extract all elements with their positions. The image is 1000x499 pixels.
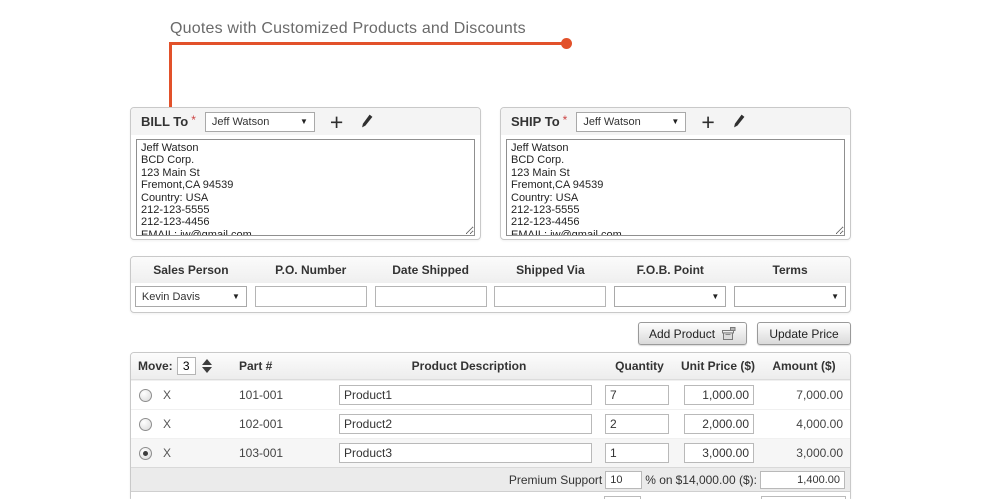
product-box-icon xyxy=(721,327,736,341)
terms-header: Terms xyxy=(730,263,850,277)
row-controls: X xyxy=(131,388,207,402)
amount-value: 7,000.00 xyxy=(758,388,850,402)
shipped-via-input[interactable] xyxy=(494,286,606,307)
move-control: Move: xyxy=(131,357,207,375)
bill-to-contact-select[interactable]: Jeff Watson ▼ xyxy=(205,112,315,132)
po-number-header: P.O. Number xyxy=(251,263,371,277)
ship-to-contact-select[interactable]: Jeff Watson ▼ xyxy=(576,112,686,132)
shipping-info-section: Sales Person P.O. Number Date Shipped Sh… xyxy=(130,256,851,313)
delete-row-button[interactable]: X xyxy=(163,446,171,460)
products-table-header: Move: Part # Product Description Quantit… xyxy=(131,353,850,380)
next-row-partial xyxy=(131,492,850,499)
date-shipped-header: Date Shipped xyxy=(371,263,491,277)
product-row: X 102-001 4,000.00 xyxy=(131,409,850,438)
move-label: Move: xyxy=(138,359,173,373)
sales-person-selected: Kevin Davis xyxy=(142,291,200,303)
unit-price-input[interactable] xyxy=(684,443,754,463)
annotation-connector-line-horizontal xyxy=(169,42,566,45)
unit-price-input[interactable] xyxy=(684,385,754,405)
sales-person-select[interactable]: Kevin Davis ▼ xyxy=(135,286,247,307)
premium-amount-input[interactable] xyxy=(760,471,845,489)
annotation-connector-dot xyxy=(561,38,572,49)
chevron-down-icon: ▼ xyxy=(300,117,308,126)
amount-value: 3,000.00 xyxy=(758,446,850,460)
quantity-header: Quantity xyxy=(601,359,678,373)
product-description-input[interactable] xyxy=(339,385,592,405)
bill-to-contact-selected: Jeff Watson xyxy=(212,116,269,128)
chevron-down-icon: ▼ xyxy=(232,292,240,301)
add-product-button[interactable]: Add Product xyxy=(638,322,747,345)
premium-percent-input[interactable] xyxy=(605,471,642,489)
product-description-input[interactable] xyxy=(339,443,592,463)
row-controls: X xyxy=(131,417,207,431)
ship-to-header: SHIP To * Jeff Watson ▼ + xyxy=(501,108,850,135)
bill-to-label: BILL To xyxy=(141,114,188,129)
product-row: X 101-001 7,000.00 xyxy=(131,380,850,409)
fob-point-select[interactable]: ▼ xyxy=(614,286,726,307)
annotation-connector-line-vertical xyxy=(169,42,172,107)
part-number: 101-001 xyxy=(207,388,337,402)
quantity-input[interactable] xyxy=(605,443,669,463)
update-price-button[interactable]: Update Price xyxy=(757,322,851,345)
premium-percent-on-label: % on xyxy=(645,473,672,487)
amount-value: 4,000.00 xyxy=(758,417,850,431)
ship-to-contact-selected: Jeff Watson xyxy=(583,116,640,128)
shipping-info-header: Sales Person P.O. Number Date Shipped Sh… xyxy=(131,257,850,283)
ship-to-address-textarea[interactable]: Jeff Watson BCD Corp. 123 Main St Fremon… xyxy=(506,139,845,236)
part-number: 103-001 xyxy=(207,446,337,460)
po-number-input[interactable] xyxy=(255,286,367,307)
ship-to-label: SHIP To xyxy=(511,114,560,129)
shipping-info-fields: Kevin Davis ▼ ▼ ▼ xyxy=(131,286,850,307)
move-position-input[interactable] xyxy=(177,357,196,375)
part-number-header: Part # xyxy=(207,359,337,373)
row-select-radio[interactable] xyxy=(139,389,152,402)
bill-to-address-textarea[interactable]: Jeff Watson BCD Corp. 123 Main St Fremon… xyxy=(136,139,475,236)
add-product-label: Add Product xyxy=(649,327,715,341)
sales-person-header: Sales Person xyxy=(131,263,251,277)
row-select-radio[interactable] xyxy=(139,447,152,460)
amount-header: Amount ($) xyxy=(758,359,850,373)
bill-to-section: BILL To * Jeff Watson ▼ + Jeff Watson BC… xyxy=(130,107,481,240)
required-asterisk: * xyxy=(563,113,568,127)
page-title: Quotes with Customized Products and Disc… xyxy=(170,20,526,38)
quantity-input[interactable] xyxy=(605,414,669,434)
update-price-label: Update Price xyxy=(769,327,838,341)
edit-contact-icon[interactable] xyxy=(732,114,745,129)
terms-select[interactable]: ▼ xyxy=(734,286,846,307)
quote-form-page: Quotes with Customized Products and Disc… xyxy=(0,0,1000,499)
quantity-input[interactable] xyxy=(605,385,669,405)
row-controls: X xyxy=(131,446,207,460)
premium-base-label: $14,000.00 ($): xyxy=(676,473,757,487)
products-table: Move: Part # Product Description Quantit… xyxy=(130,352,851,499)
add-contact-icon[interactable]: + xyxy=(330,113,343,131)
product-description-input[interactable] xyxy=(339,414,592,434)
delete-row-button[interactable]: X xyxy=(163,417,171,431)
bill-to-header: BILL To * Jeff Watson ▼ + xyxy=(131,108,480,135)
part-number: 102-001 xyxy=(207,417,337,431)
unit-price-header: Unit Price ($) xyxy=(678,359,758,373)
chevron-down-icon: ▼ xyxy=(831,292,839,301)
chevron-down-icon: ▼ xyxy=(711,292,719,301)
fob-point-header: F.O.B. Point xyxy=(610,263,730,277)
edit-contact-icon[interactable] xyxy=(360,114,373,129)
shipped-via-header: Shipped Via xyxy=(491,263,611,277)
delete-row-button[interactable]: X xyxy=(163,388,171,402)
add-contact-icon[interactable]: + xyxy=(701,113,714,131)
chevron-down-icon: ▼ xyxy=(671,117,679,126)
date-shipped-input[interactable] xyxy=(375,286,487,307)
row-select-radio[interactable] xyxy=(139,418,152,431)
ship-to-section: SHIP To * Jeff Watson ▼ + Jeff Watson BC… xyxy=(500,107,851,240)
premium-support-row: Premium Support % on $14,000.00 ($): xyxy=(131,467,850,492)
premium-support-label: Premium Support xyxy=(509,473,602,487)
required-asterisk: * xyxy=(191,113,196,127)
product-row: X 103-001 3,000.00 xyxy=(131,438,850,467)
unit-price-input[interactable] xyxy=(684,414,754,434)
product-description-header: Product Description xyxy=(337,359,601,373)
